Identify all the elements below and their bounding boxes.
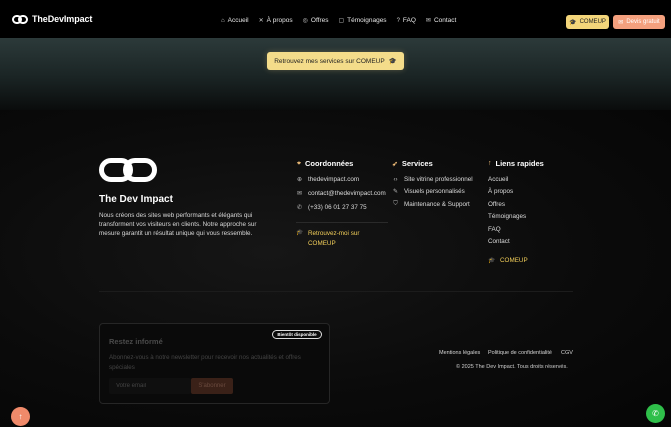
comeup-button-label: COMEUP — [579, 19, 606, 25]
mail-icon: ✉ — [618, 19, 624, 26]
top-navbar: TheDevImpact ⌂ Accueil ✕ À propos ◎ Offr… — [0, 0, 671, 38]
target-icon: ◎ — [302, 18, 308, 24]
divider — [296, 222, 388, 223]
main-menu: ⌂ Accueil ✕ À propos ◎ Offres ▢ Témoigna… — [221, 17, 456, 24]
rocket-icon: ➶ — [392, 160, 398, 168]
newsletter-email-input[interactable] — [109, 378, 191, 394]
location-pin-icon: ⌖ — [297, 159, 301, 167]
nav-item-offres[interactable]: ◎ Offres — [303, 17, 329, 24]
footer-logo-icon — [99, 158, 157, 182]
nav-label: Témoignages — [347, 17, 387, 24]
footer-description: Nous créons des sites web performants et… — [99, 212, 257, 238]
coordonnees-heading: ⌖ Coordonnées — [297, 159, 353, 168]
coming-soon-badge: Bientôt disponible — [272, 330, 322, 339]
services-title: Services — [401, 159, 433, 168]
nav-item-accueil[interactable]: ⌂ Accueil — [221, 17, 249, 24]
nav-label: FAQ — [402, 17, 416, 24]
arrow-up-icon: ↑ — [488, 160, 492, 167]
website-text: thedevimpact.com — [308, 176, 360, 183]
brand-name: TheDevImpact — [32, 14, 93, 24]
arrow-up-icon: ↑ — [18, 412, 23, 421]
comeup-footer-link[interactable]: 🎓 Retrouvez-moi sur COMEUP — [296, 229, 376, 248]
chat-icon: ▢ — [338, 18, 345, 24]
quick-link-label: À propos — [488, 188, 514, 195]
quick-link-label: Témoignages — [488, 213, 527, 220]
footer-brand-name: The Dev Impact — [99, 194, 173, 205]
quick-link-label: Contact — [488, 238, 510, 245]
code-icon: ‹› — [393, 176, 398, 183]
quick-link-contact[interactable]: Contact — [488, 238, 510, 245]
mail-icon: ✉ — [425, 18, 431, 24]
devis-gratuit-button[interactable]: ✉ Devis gratuit — [613, 15, 665, 29]
comeup-link-text: Retrouvez-moi sur COMEUP — [308, 230, 360, 247]
cta-label: Retrouvez mes services sur COMEUP — [274, 57, 385, 65]
service-label: Visuels personnalisés — [404, 188, 465, 195]
nav-item-a-propos[interactable]: ✕ À propos — [259, 17, 293, 24]
nav-item-faq[interactable]: ? FAQ — [397, 17, 416, 24]
shield-icon: ⛉ — [393, 201, 398, 207]
quick-link-comeup[interactable]: 🎓 COMEUP — [488, 257, 528, 264]
coordonnees-title: Coordonnées — [304, 159, 354, 168]
phone-link[interactable]: ✆ (+33) 06 01 27 37 75 — [296, 204, 367, 211]
tools-icon: ✕ — [258, 18, 264, 24]
quick-link-temoignages[interactable]: Témoignages — [488, 213, 526, 220]
nav-label: À propos — [266, 17, 293, 24]
quick-link-a-propos[interactable]: À propos — [488, 188, 513, 195]
service-label: Site vitrine professionnel — [404, 176, 473, 183]
quick-link-label: Offres — [488, 201, 506, 208]
quick-link-faq[interactable]: FAQ — [488, 226, 501, 233]
mail-icon: ✉ — [296, 191, 303, 197]
service-item[interactable]: ⛉ Maintenance & Support — [392, 201, 470, 208]
graduation-cap-icon: 🎓 — [488, 258, 496, 264]
liens-title: Liens rapides — [495, 159, 544, 168]
services-heading: ➶ Services — [392, 159, 433, 168]
email-text: contact@thedevimpact.com — [308, 190, 386, 197]
scroll-to-top-button[interactable]: ↑ — [11, 407, 30, 426]
service-label: Maintenance & Support — [404, 201, 470, 208]
quick-link-accueil[interactable]: Accueil — [488, 176, 508, 183]
legal-link-cgv[interactable]: CGV — [561, 350, 573, 356]
comeup-cta-button[interactable]: Retrouvez mes services sur COMEUP 🎓 — [267, 52, 404, 70]
footer-divider — [99, 291, 573, 292]
graduation-cap-icon: 🎓 — [569, 19, 577, 26]
hero-section — [0, 38, 671, 110]
liens-rapides-heading: ↑ Liens rapides — [488, 159, 544, 168]
phone-text: (+33) 06 01 27 37 75 — [308, 204, 367, 211]
nav-label: Contact — [433, 17, 457, 24]
quick-link-label: FAQ — [488, 226, 501, 233]
quick-link-label: Accueil — [488, 176, 509, 183]
quick-link-label: COMEUP — [500, 257, 528, 264]
quick-link-offres[interactable]: Offres — [488, 201, 505, 208]
logo-mark-icon — [12, 14, 28, 24]
copyright: © 2025 The Dev Impact. Tous droits réser… — [456, 364, 568, 370]
globe-icon: ⊕ — [296, 177, 303, 183]
legal-link-confidentialite[interactable]: Politique de confidentialité — [488, 350, 552, 356]
nav-label: Accueil — [227, 17, 249, 24]
newsletter-text: Abonnez-vous à notre newsletter pour rec… — [109, 354, 301, 371]
home-icon: ⌂ — [221, 17, 225, 24]
pen-icon: ✎ — [392, 189, 399, 195]
service-item[interactable]: ✎ Visuels personnalisés — [392, 188, 465, 195]
newsletter-title: Restez informé — [109, 337, 163, 346]
phone-icon: ✆ — [296, 205, 303, 211]
devis-button-label: Devis gratuit — [626, 19, 660, 25]
newsletter-card: Bientôt disponible Restez informé Abonne… — [99, 323, 330, 404]
help-icon: ? — [396, 17, 400, 24]
service-item[interactable]: ‹› Site vitrine professionnel — [392, 176, 473, 183]
nav-label: Offres — [310, 17, 329, 24]
subscribe-button[interactable]: S'abonner — [191, 378, 233, 394]
graduation-cap-icon: 🎓 — [388, 58, 397, 65]
nav-item-temoignages[interactable]: ▢ Témoignages — [339, 17, 387, 24]
whatsapp-icon: ✆ — [652, 409, 659, 418]
email-link[interactable]: ✉ contact@thedevimpact.com — [296, 190, 386, 197]
website-link[interactable]: ⊕ thedevimpact.com — [296, 176, 359, 183]
graduation-cap-icon: 🎓 — [296, 230, 304, 236]
comeup-button[interactable]: 🎓 COMEUP — [566, 15, 609, 29]
legal-link-mentions[interactable]: Mentions légales — [439, 350, 480, 356]
logo[interactable]: TheDevImpact — [12, 14, 92, 24]
whatsapp-button[interactable]: ✆ — [646, 404, 665, 423]
nav-item-contact[interactable]: ✉ Contact — [426, 17, 456, 24]
